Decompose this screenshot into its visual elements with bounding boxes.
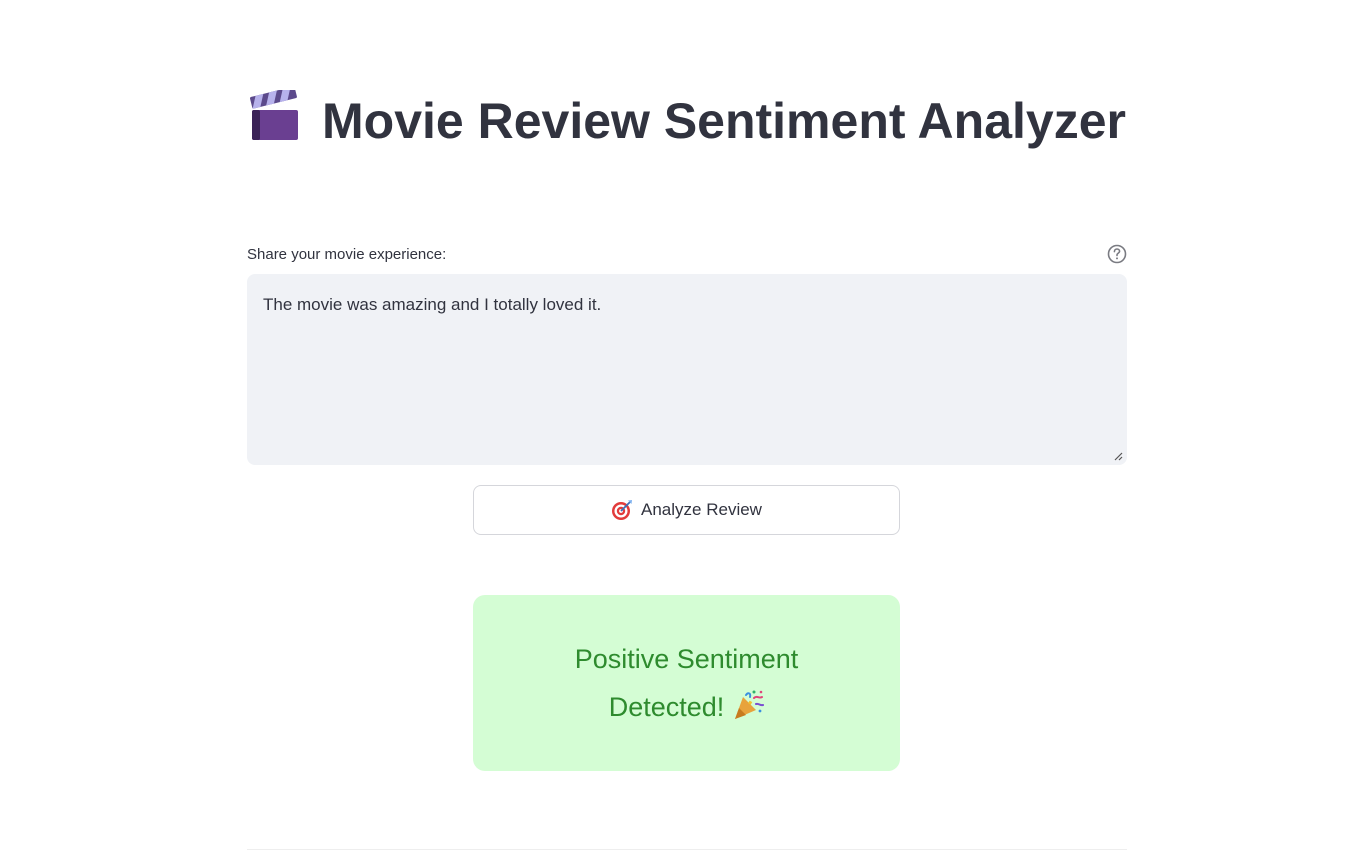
app-page: Movie Review Sentiment Analyzer Share yo… (0, 0, 1366, 851)
analyze-review-button[interactable]: Analyze Review (473, 485, 900, 535)
party-popper-icon (735, 690, 765, 719)
page-title-text: Movie Review Sentiment Analyzer (322, 93, 1126, 149)
page-title: Movie Review Sentiment Analyzer (247, 88, 1127, 154)
review-textarea[interactable]: The movie was amazing and I totally love… (247, 274, 1127, 465)
resize-grip-icon[interactable] (1113, 451, 1123, 461)
sentiment-result-message: Positive Sentiment Detected! (574, 644, 799, 722)
sentiment-result-text: Positive Sentiment Detected! (557, 635, 817, 731)
review-input-label: Share your movie experience: (247, 246, 447, 263)
review-textarea-value[interactable]: The movie was amazing and I totally love… (263, 293, 1111, 317)
target-icon (612, 500, 633, 520)
review-input-header: Share your movie experience: (247, 244, 1127, 266)
help-circle-icon[interactable] (1107, 244, 1127, 264)
sentiment-result-box: Positive Sentiment Detected! (473, 595, 900, 771)
bottom-divider (247, 849, 1127, 850)
clapper-board-icon (250, 90, 299, 140)
analyze-review-button-label: Analyze Review (641, 500, 762, 519)
